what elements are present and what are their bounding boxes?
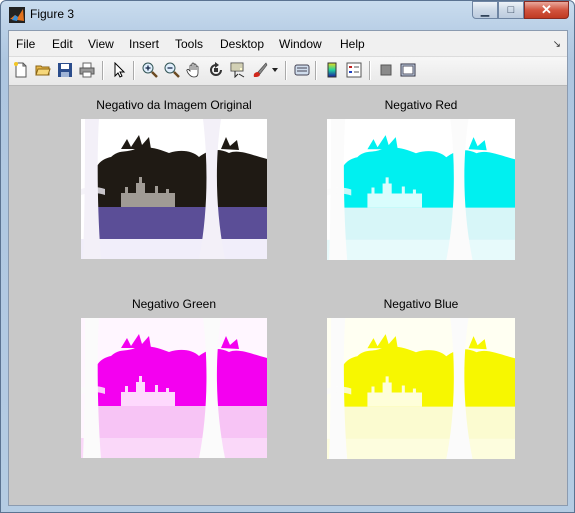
menu-help[interactable]: Help	[340, 37, 365, 51]
figure-canvas[interactable]: Negativo da Imagem Original Negativo Red…	[9, 86, 567, 505]
print-icon	[79, 62, 95, 78]
print-button[interactable]	[77, 60, 97, 80]
menu-file[interactable]: File	[16, 37, 35, 51]
zoom-in-icon	[142, 62, 158, 78]
open-file-icon	[35, 65, 51, 76]
axes-4-image[interactable]	[327, 318, 515, 459]
axes-3-title: Negativo Green	[131, 297, 217, 311]
matlab-icon	[9, 7, 25, 23]
rotate-3d-button[interactable]	[206, 60, 226, 80]
brush-dropdown[interactable]	[269, 60, 281, 80]
dropdown-arrow-icon	[272, 68, 278, 72]
axes-1-title: Negativo da Imagem Original	[96, 98, 252, 112]
insert-colorbar-button[interactable]	[322, 60, 342, 80]
show-plot-tools-button[interactable]	[398, 60, 418, 80]
pan-icon	[186, 62, 199, 78]
new-figure-icon	[14, 62, 27, 78]
minimize-icon: ▁	[480, 4, 490, 17]
rotate-3d-icon	[210, 62, 222, 76]
hide-plot-tools-icon	[380, 64, 392, 76]
axes-3-image[interactable]	[81, 318, 267, 458]
hide-plot-tools-button[interactable]	[376, 60, 396, 80]
edit-plot-button[interactable]	[109, 60, 129, 80]
insert-legend-button[interactable]	[344, 60, 364, 80]
insert-colorbar-icon	[327, 62, 337, 78]
figure-toolbar	[9, 57, 567, 86]
zoom-out-button[interactable]	[162, 60, 182, 80]
menu-edit[interactable]: Edit	[52, 37, 73, 51]
title-bar[interactable]: Figure 3 ▁ □ ✕	[1, 1, 574, 29]
window-title: Figure 3	[30, 7, 75, 21]
dock-arrow-icon[interactable]: ↘	[553, 39, 561, 50]
menu-tools[interactable]: Tools	[175, 37, 203, 51]
minimize-button[interactable]: ▁	[472, 1, 498, 19]
maximize-button[interactable]: □	[498, 1, 524, 19]
menu-desktop[interactable]: Desktop	[220, 37, 264, 51]
menu-insert[interactable]: Insert	[129, 37, 159, 51]
data-cursor-button[interactable]	[228, 60, 248, 80]
open-file-button[interactable]	[33, 60, 53, 80]
brush-icon	[253, 62, 268, 77]
zoom-out-icon	[164, 62, 180, 78]
pan-button[interactable]	[184, 60, 204, 80]
menu-window[interactable]: Window	[279, 37, 322, 51]
menu-bar: File Edit View Insert Tools Desktop Wind…	[9, 31, 567, 57]
close-icon: ✕	[541, 2, 552, 17]
axes-2-title: Negativo Red	[384, 98, 458, 112]
figure-window: Figure 3 ▁ □ ✕ File Edit View Insert Too…	[0, 0, 575, 513]
edit-plot-icon	[114, 62, 126, 78]
maximize-icon: □	[507, 4, 515, 16]
figure-client-area: File Edit View Insert Tools Desktop Wind…	[8, 30, 568, 506]
close-button[interactable]: ✕	[524, 1, 569, 19]
new-figure-button[interactable]	[11, 60, 31, 80]
zoom-in-button[interactable]	[140, 60, 160, 80]
axes-1-image[interactable]	[81, 119, 267, 259]
link-plot-button[interactable]	[292, 60, 312, 80]
save-button[interactable]	[55, 60, 75, 80]
brush-button[interactable]	[250, 60, 270, 80]
menu-view[interactable]: View	[88, 37, 114, 51]
axes-2-image[interactable]	[327, 119, 515, 260]
save-icon	[58, 63, 72, 77]
axes-4-title: Negativo Blue	[383, 297, 459, 311]
show-plot-tools-icon	[400, 63, 416, 77]
data-cursor-icon	[230, 62, 245, 78]
insert-legend-icon	[346, 62, 362, 78]
link-plot-icon	[294, 64, 310, 76]
